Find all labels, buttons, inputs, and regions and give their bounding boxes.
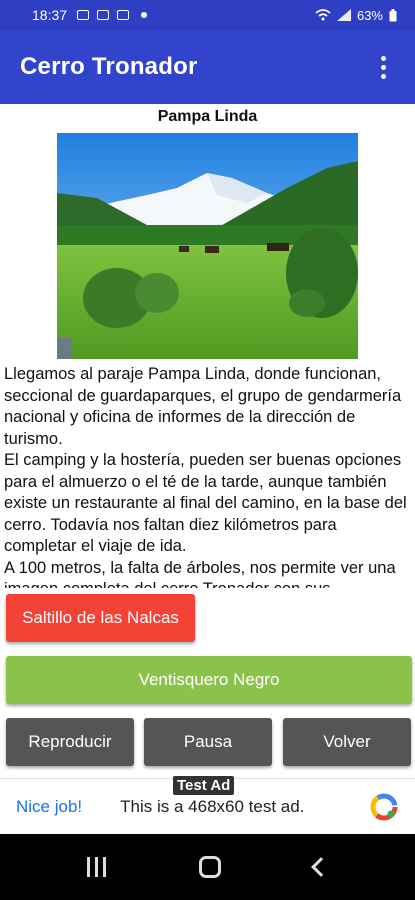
ad-tag: Test Ad bbox=[173, 776, 235, 795]
back-button[interactable]: Volver bbox=[283, 718, 411, 766]
battery-percentage: 63% bbox=[356, 7, 383, 23]
wifi-icon bbox=[315, 9, 331, 21]
recents-icon[interactable] bbox=[86, 857, 106, 877]
overflow-menu-icon[interactable] bbox=[371, 47, 395, 87]
app-title: Cerro Tronador bbox=[20, 53, 198, 80]
system-nav-bar bbox=[0, 834, 415, 900]
status-time: 18:37 bbox=[32, 7, 68, 23]
ventisquero-button[interactable]: Ventisquero Negro bbox=[6, 656, 412, 704]
ad-logo-icon bbox=[370, 793, 398, 820]
play-button[interactable]: Reproducir bbox=[6, 718, 134, 766]
signal-icon bbox=[336, 9, 351, 21]
home-icon[interactable] bbox=[198, 856, 221, 878]
place-title: Pampa Linda bbox=[157, 108, 258, 125]
paragraph: A 100 metros, la falta de árboles, nos p… bbox=[4, 558, 396, 589]
status-notification-icons bbox=[77, 10, 148, 20]
ad-nice-text: Nice job! bbox=[16, 796, 83, 816]
sync-icon bbox=[117, 10, 130, 20]
back-icon[interactable] bbox=[311, 857, 332, 877]
place-photo bbox=[57, 133, 358, 359]
saltillo-button[interactable]: Saltillo de las Nalcas bbox=[6, 594, 195, 642]
dot-icon bbox=[141, 12, 148, 18]
paragraph: Llegamos al paraje Pampa Linda, donde fu… bbox=[4, 365, 402, 448]
ad-description: This is a 468x60 test ad. bbox=[120, 796, 305, 816]
mail-icon bbox=[97, 10, 110, 20]
description-text: Llegamos al paraje Pampa Linda, donde fu… bbox=[4, 364, 410, 588]
status-system-icons: 63% bbox=[315, 8, 397, 23]
paragraph: El camping y la hostería, pueden ser bue… bbox=[4, 451, 407, 555]
battery-icon bbox=[389, 8, 397, 21]
app-bar: Cerro Tronador bbox=[0, 30, 415, 104]
pause-button[interactable]: Pausa bbox=[144, 718, 272, 766]
status-bar: 18:37 63% bbox=[0, 0, 415, 30]
image-icon bbox=[77, 10, 90, 20]
